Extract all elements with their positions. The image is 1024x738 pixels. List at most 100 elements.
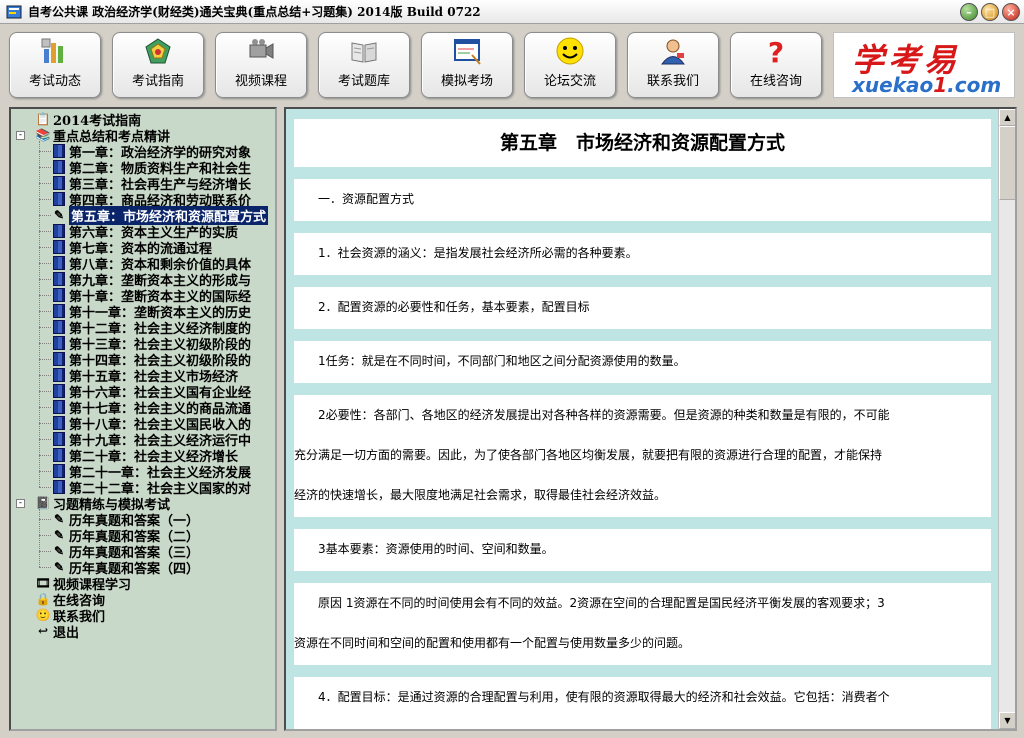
paragraph-line: 2．配置资源的必要性和任务，基本要素，配置目标 xyxy=(294,300,590,314)
video-camera-icon xyxy=(244,36,278,66)
books-icon xyxy=(347,36,381,66)
open-book-icon: ✎ xyxy=(53,208,65,222)
close-button[interactable]: × xyxy=(1002,3,1020,21)
tree-expander[interactable]: - xyxy=(16,499,25,508)
book-icon-shape xyxy=(53,336,65,350)
tree-connector xyxy=(39,359,51,360)
tree-connector xyxy=(39,439,51,440)
tree-connector xyxy=(39,167,51,168)
logo-url-part-a: xuekao xyxy=(852,73,934,97)
paragraph-line: 充分满足一切方面的需要。因此，为了使各部门各地区均衡发展，就要把有限的资源进行合… xyxy=(294,448,883,462)
contact-person-icon xyxy=(656,36,690,66)
book-icon xyxy=(51,143,67,159)
book-icon xyxy=(51,431,67,447)
svg-text:?: ? xyxy=(768,36,784,66)
online-consult-button[interactable]: ? 在线咨询 xyxy=(730,32,822,98)
tree-connector xyxy=(39,151,51,152)
book-icon-shape xyxy=(53,416,65,430)
tree-connector xyxy=(39,391,51,392)
title-bar: 自考公共课 政治经济学(财经类)通关宝典(重点总结+习题集) 2014版 Bui… xyxy=(0,0,1024,24)
question-bank-button[interactable]: 考试题库 xyxy=(318,32,410,98)
exam-news-label: 考试动态 xyxy=(28,74,81,89)
tree-connector xyxy=(39,183,51,184)
logo-url-part-c: .com xyxy=(947,73,1002,97)
tree-connector xyxy=(39,327,51,328)
book-icon-shape xyxy=(53,464,65,478)
book-icon-shape xyxy=(53,400,65,414)
video-course-button[interactable]: 视频课程 xyxy=(215,32,307,98)
book-icon-shape xyxy=(53,256,65,270)
book-icon xyxy=(51,239,67,255)
book-icon-shape xyxy=(53,320,65,334)
minimize-button[interactable]: – xyxy=(960,3,978,21)
maximize-button[interactable]: □ xyxy=(981,3,999,21)
vertical-scrollbar[interactable]: ▲ ▼ xyxy=(998,109,1015,729)
book-icon-shape xyxy=(53,272,65,286)
tree-connector xyxy=(39,535,51,536)
window-title: 自考公共课 政治经济学(财经类)通关宝典(重点总结+习题集) 2014版 Bui… xyxy=(28,5,481,19)
pencil-icon: ✎ xyxy=(53,528,65,542)
book-icon-shape xyxy=(53,160,65,174)
book-icon-shape xyxy=(53,192,65,206)
tree-connector xyxy=(39,311,51,312)
book-icon xyxy=(51,335,67,351)
exam-guide-label: 考试指南 xyxy=(131,74,184,89)
tree-connector xyxy=(39,215,51,216)
exam-news-button[interactable]: 考试动态 xyxy=(9,32,101,98)
tree-expander[interactable]: - xyxy=(16,131,25,140)
scroll-thumb[interactable] xyxy=(999,126,1015,200)
book-icon xyxy=(51,191,67,207)
tree-connector xyxy=(39,423,51,424)
tree-connector xyxy=(39,231,51,232)
scroll-up-arrow[interactable]: ▲ xyxy=(999,109,1015,126)
content-paragraph: 一．资源配置方式 xyxy=(294,179,991,221)
book-icon-shape xyxy=(53,288,65,302)
content-paragraph: 3基本要素：资源使用的时间、空间和数量。 xyxy=(294,529,991,571)
book-icon-shape xyxy=(53,432,65,446)
paragraph-line: 1任务：就是在不同时间，不同部门和地区之间分配资源使用的数量。 xyxy=(294,354,686,368)
compass-guide-icon xyxy=(141,36,175,66)
toolbar: 考试动态 考试指南 视频课程 考试题库 模拟考场 论坛交流 联系我们 ? 在线咨… xyxy=(0,24,1024,104)
smiley-icon xyxy=(553,36,587,66)
book-icon-shape xyxy=(53,176,65,190)
tree-connector xyxy=(39,343,51,344)
app-icon xyxy=(6,5,22,18)
content-viewer[interactable]: 第五章 市场经济和资源配置方式 一．资源配置方式 1．社会资源的涵义：是指发展社… xyxy=(284,107,1017,731)
contact-us-button[interactable]: 联系我们 xyxy=(627,32,719,98)
book-icon xyxy=(51,159,67,175)
navigation-tree[interactable]: 📋 2014考试指南 📚 重点总结和考点精讲 - 第一章：政治经济学的研究对象 第二章：物质… xyxy=(9,107,277,731)
book-icon xyxy=(51,319,67,335)
books-stack-icon: 📚 xyxy=(35,128,51,142)
book-icon-shape xyxy=(53,144,65,158)
question-mark-icon: ? xyxy=(759,36,793,66)
content-paragraph: 4．配置目标：是通过资源的合理配置与利用，使有限的资源取得最大的经济和社会效益。… xyxy=(294,677,991,729)
exam-window-icon xyxy=(450,36,484,66)
paragraph-line: 经济的快速增长，最大限度地满足社会需求，取得最佳社会经济效益。 xyxy=(294,488,667,502)
content-paragraph: 2必要性：各部门、各地区的经济发展提出对各种各样的资源需要。但是资源的种类和数量… xyxy=(294,395,991,517)
video-course-label: 视频课程 xyxy=(234,74,287,89)
book-icon xyxy=(51,415,67,431)
tree-connector xyxy=(39,455,51,456)
book-icon-shape xyxy=(53,384,65,398)
pencil-icon: ✎ xyxy=(53,512,65,526)
contact-us-label: 联系我们 xyxy=(646,74,699,89)
paragraph-line: 资源在不同时间和空间的配置和使用都有一个配置与使用数量多少的问题。 xyxy=(294,636,691,650)
forum-button[interactable]: 论坛交流 xyxy=(524,32,616,98)
logo-url-text: xuekao1.com xyxy=(852,73,1001,97)
paragraph-line: 人效益、企业效益、国民经济效益、社会效益。 xyxy=(294,717,991,729)
book-icon xyxy=(51,175,67,191)
tree-group-item[interactable]: ↩ 退出 xyxy=(35,623,79,641)
tree-connector xyxy=(39,471,51,472)
exit-icon: ↩ xyxy=(37,624,49,638)
book-icon xyxy=(51,271,67,287)
book-icon xyxy=(51,287,67,303)
tree-connector xyxy=(39,279,51,280)
exam-guide-button[interactable]: 考试指南 xyxy=(112,32,204,98)
mock-exam-button[interactable]: 模拟考场 xyxy=(421,32,513,98)
book-icon-shape xyxy=(53,304,65,318)
paragraph-line: 1．社会资源的涵义：是指发展社会经济所必需的各种要素。 xyxy=(294,246,638,260)
xuekao-logo[interactable]: 学考易 xuekao1.com xyxy=(833,32,1015,98)
scroll-down-arrow[interactable]: ▼ xyxy=(999,712,1015,729)
content-paragraph: 原因 1资源在不同的时间使用会有不同的效益。2资源在空间的合理配置是国民经济平衡… xyxy=(294,583,991,665)
paragraph-line: 一．资源配置方式 xyxy=(294,192,415,206)
